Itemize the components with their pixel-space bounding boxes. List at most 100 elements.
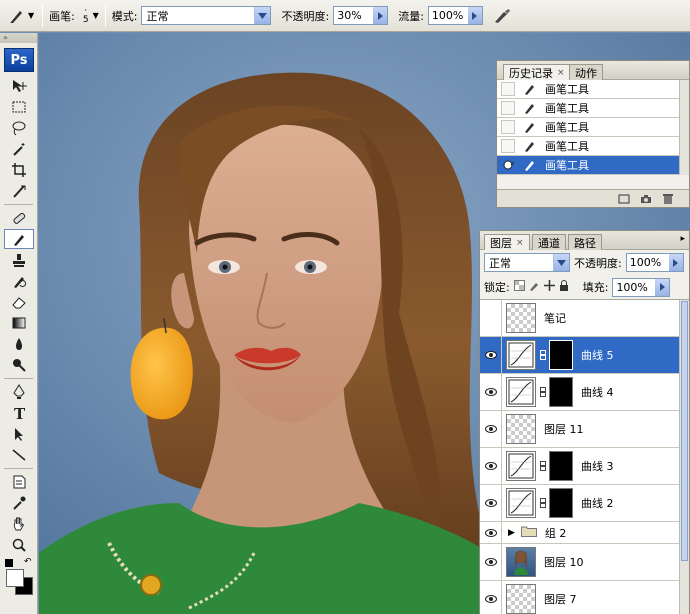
- magic-wand-tool-icon[interactable]: [4, 139, 34, 159]
- layer-mask-thumbnail[interactable]: [549, 488, 573, 518]
- layer-opacity-input[interactable]: 100%: [625, 253, 684, 272]
- snapshot-checkbox[interactable]: [501, 139, 515, 153]
- airbrush-icon[interactable]: [491, 5, 513, 27]
- clone-stamp-tool-icon[interactable]: [4, 250, 34, 270]
- layer-row[interactable]: 图层 7: [480, 581, 689, 614]
- layer-row[interactable]: 曲线 3: [480, 448, 689, 485]
- expand-triangle-icon[interactable]: ▶: [508, 528, 515, 538]
- panel-grip[interactable]: »: [0, 33, 37, 43]
- layers-scrollbar-thumb[interactable]: [681, 301, 688, 561]
- zoom-tool-icon[interactable]: [4, 535, 34, 555]
- chevron-down-icon[interactable]: ▼: [28, 11, 34, 20]
- gradient-tool-icon[interactable]: [4, 313, 34, 333]
- visibility-toggle-empty[interactable]: [480, 300, 502, 336]
- curves-adjustment-icon[interactable]: [506, 488, 536, 518]
- tab-layers[interactable]: 图层 ×: [484, 234, 530, 250]
- brush-tool-preset-icon[interactable]: [6, 5, 28, 27]
- tab-channels[interactable]: 通道: [532, 234, 566, 250]
- eye-icon[interactable]: [480, 337, 502, 373]
- history-item[interactable]: 画笔工具: [497, 118, 689, 137]
- lock-position-icon[interactable]: [543, 280, 555, 294]
- dodge-tool-icon[interactable]: [4, 355, 34, 375]
- history-item[interactable]: 画笔工具: [497, 99, 689, 118]
- layer-row[interactable]: 曲线 2: [480, 485, 689, 522]
- arrow-right-icon[interactable]: [467, 7, 482, 24]
- eye-icon[interactable]: [480, 411, 502, 447]
- layer-group-row[interactable]: ▶ 组 2: [480, 522, 689, 544]
- panel-menu-icon[interactable]: ▸: [680, 234, 685, 244]
- swap-colors-icon[interactable]: ↶: [24, 557, 32, 567]
- blend-mode-select[interactable]: 正常: [484, 253, 570, 272]
- eye-icon[interactable]: [480, 522, 502, 543]
- eye-icon[interactable]: [480, 581, 502, 614]
- brush-size-picker[interactable]: · 5: [83, 6, 89, 25]
- mode-select[interactable]: 正常: [141, 6, 272, 25]
- layer-row[interactable]: 图层 10: [480, 544, 689, 581]
- link-icon[interactable]: [539, 386, 547, 398]
- snapshot-checkbox[interactable]: [501, 82, 515, 96]
- new-document-from-state-icon[interactable]: [617, 193, 631, 205]
- curves-adjustment-icon[interactable]: [506, 377, 536, 407]
- curves-adjustment-icon[interactable]: [506, 451, 536, 481]
- crop-tool-icon[interactable]: [4, 160, 34, 180]
- curves-adjustment-icon[interactable]: [506, 340, 536, 370]
- hand-tool-icon[interactable]: [4, 514, 34, 534]
- snapshot-checkbox[interactable]: [501, 120, 515, 134]
- layer-mask-thumbnail[interactable]: [549, 377, 573, 407]
- link-icon[interactable]: [539, 497, 547, 509]
- slice-tool-icon[interactable]: [4, 181, 34, 201]
- history-brush-tool-icon[interactable]: [4, 271, 34, 291]
- layer-row[interactable]: 笔记: [480, 300, 689, 337]
- photoshop-logo[interactable]: Ps: [4, 48, 34, 72]
- lock-transparency-icon[interactable]: [513, 280, 525, 294]
- type-tool-icon[interactable]: T: [4, 403, 34, 423]
- opacity-input[interactable]: 30%: [333, 6, 389, 25]
- eye-icon[interactable]: [480, 374, 502, 410]
- path-selection-tool-icon[interactable]: [4, 424, 34, 444]
- layer-mask-thumbnail[interactable]: [549, 451, 573, 481]
- tab-paths[interactable]: 路径: [568, 234, 602, 250]
- history-item[interactable]: 画笔工具: [497, 80, 689, 99]
- notes-tool-icon[interactable]: [4, 472, 34, 492]
- camera-snapshot-icon[interactable]: [639, 193, 653, 205]
- arrow-right-icon[interactable]: [373, 7, 388, 24]
- lock-all-icon[interactable]: [559, 280, 569, 294]
- history-item-selected[interactable]: 画笔工具: [497, 156, 689, 175]
- close-icon[interactable]: ×: [516, 238, 524, 248]
- healing-brush-tool-icon[interactable]: [4, 208, 34, 228]
- move-tool-icon[interactable]: [4, 76, 34, 96]
- pen-tool-icon[interactable]: [4, 382, 34, 402]
- lock-pixels-icon[interactable]: [529, 280, 540, 294]
- layer-row[interactable]: 图层 11: [480, 411, 689, 448]
- flow-input[interactable]: 100%: [427, 6, 483, 25]
- layer-row-selected[interactable]: 曲线 5: [480, 337, 689, 374]
- history-scrollbar[interactable]: [679, 80, 689, 175]
- eyedropper-tool-icon[interactable]: [4, 493, 34, 513]
- eye-icon[interactable]: [480, 448, 502, 484]
- marquee-tool-icon[interactable]: [4, 97, 34, 117]
- layers-scrollbar[interactable]: [679, 300, 689, 614]
- fill-input[interactable]: 100%: [612, 277, 671, 297]
- snapshot-checkbox[interactable]: [501, 101, 515, 115]
- blur-tool-icon[interactable]: [4, 334, 34, 354]
- tab-history[interactable]: 历史记录 ×: [503, 64, 571, 80]
- line-tool-icon[interactable]: [4, 445, 34, 465]
- eye-icon[interactable]: [480, 544, 502, 580]
- eye-icon[interactable]: [480, 485, 502, 521]
- tab-actions[interactable]: 动作: [569, 64, 603, 80]
- arrow-right-icon[interactable]: [655, 278, 670, 296]
- history-item[interactable]: 画笔工具: [497, 137, 689, 156]
- eraser-tool-icon[interactable]: [4, 292, 34, 312]
- lasso-tool-icon[interactable]: [4, 118, 34, 138]
- foreground-color-swatch[interactable]: [6, 569, 24, 587]
- link-icon[interactable]: [539, 349, 547, 361]
- default-colors-icon[interactable]: [5, 559, 13, 567]
- link-icon[interactable]: [539, 460, 547, 472]
- brush-tool-icon[interactable]: [4, 229, 34, 249]
- layer-row[interactable]: 曲线 4: [480, 374, 689, 411]
- arrow-right-icon[interactable]: [668, 254, 683, 271]
- trash-icon[interactable]: [661, 193, 675, 205]
- layer-mask-thumbnail[interactable]: [549, 340, 573, 370]
- close-icon[interactable]: ×: [557, 68, 565, 78]
- brush-picker-arrow-icon[interactable]: ▼: [93, 11, 99, 20]
